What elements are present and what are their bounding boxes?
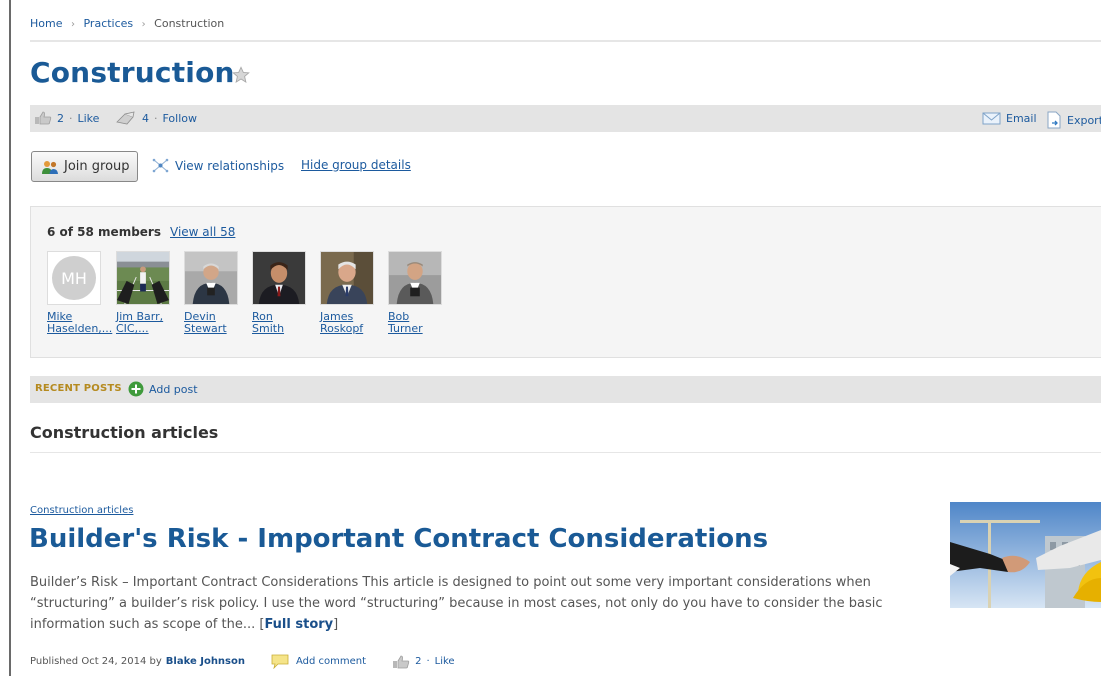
view-all-members-link[interactable]: View all 58 [170,225,235,239]
member-name-link[interactable]: James Roskopf [320,311,376,335]
thumbs-up-icon [35,111,52,125]
hide-group-details-link[interactable]: Hide group details [301,158,411,172]
divider [30,452,1101,453]
avatar[interactable] [252,251,306,305]
member-card[interactable]: MH Mike Haselden,... [47,251,112,335]
recent-posts-bar: RECENT POSTS Add post [30,376,1101,403]
export-label: Export [1067,113,1101,127]
comment-icon [271,654,289,669]
join-group-button[interactable]: Join group [31,151,138,182]
article-category-link[interactable]: Construction articles [30,505,133,516]
favorite-star-icon[interactable] [232,66,250,84]
export-icon [1047,111,1061,129]
section-heading: Construction articles [30,423,219,442]
like-action[interactable]: 2 · Like [34,111,99,125]
article-thumbnail[interactable] [950,502,1101,608]
group-people-icon [42,160,58,174]
add-circle-icon [128,381,144,397]
page-title: Construction [30,56,235,89]
published-text: Published Oct 24, 2014 by [30,656,162,667]
article-title-link[interactable]: Builder's Risk - Important Contract Cons… [29,524,768,554]
view-relationships-label: View relationships [175,158,285,173]
members-panel: 6 of 58 members View all 58 MH Mike Hasel… [30,206,1101,358]
like-count: 2 [57,111,64,125]
member-name-link[interactable]: Jim Barr, CIC,... [116,311,172,335]
email-label: Email [1006,111,1037,125]
follow-action[interactable]: 4 · Follow [115,111,197,126]
member-card[interactable]: Bob Turner [388,251,444,335]
breadcrumb-practices[interactable]: Practices [83,17,133,30]
email-icon [982,112,1001,125]
export-action[interactable]: Export [1046,111,1101,129]
member-name-link[interactable]: Ron Smith [252,311,308,335]
view-relationships-link[interactable]: View relationships [152,158,284,173]
member-card[interactable]: Devin Stewart [184,251,240,335]
like-label: Like [77,111,100,125]
avatar[interactable] [184,251,238,305]
breadcrumb-current: Construction [154,17,225,30]
email-action[interactable]: Email [982,111,1037,125]
member-name-link[interactable]: Devin Stewart [184,311,240,335]
member-card[interactable]: James Roskopf [320,251,376,335]
breadcrumb-separator-icon: › [141,19,146,30]
join-group-label: Join group [64,159,130,174]
members-count: 6 of 58 members [47,225,161,239]
add-post-link[interactable]: Add post [128,381,198,397]
left-border [9,0,11,676]
thumbs-up-icon [393,655,410,668]
article-meta: Published Oct 24, 2014 by Blake Johnson … [30,654,455,669]
breadcrumb-separator-icon: › [70,19,75,30]
add-post-label: Add post [149,382,198,396]
avatar-initials: MH [52,256,96,300]
recent-posts-label: RECENT POSTS [35,383,122,394]
follow-icon [116,111,135,125]
article-like-count: 2 [415,656,422,667]
breadcrumb: Home › Practices › Construction [30,17,224,30]
article-excerpt: Builder’s Risk – Important Contract Cons… [30,575,883,632]
avatar[interactable]: MH [47,251,101,305]
avatar[interactable] [116,251,170,305]
breadcrumb-home[interactable]: Home [30,17,62,30]
divider [30,40,1101,42]
add-comment-label: Add comment [296,656,367,667]
author-link[interactable]: Blake Johnson [166,656,245,667]
member-card[interactable]: Jim Barr, CIC,... [116,251,172,335]
full-story-link[interactable]: Full story [264,617,333,632]
member-card[interactable]: Ron Smith [252,251,308,335]
article-like-label: Like [434,656,455,667]
follow-label: Follow [162,112,198,125]
follow-count: 4 [142,112,149,125]
avatar[interactable] [388,251,442,305]
action-bar: 2 · Like 4 · Follow Email Export [30,105,1101,132]
article-like-action[interactable]: 2 · Like [392,655,455,669]
relationships-icon [152,158,169,173]
member-name-link[interactable]: Mike Haselden,... [47,311,112,335]
avatar[interactable] [320,251,374,305]
member-name-link[interactable]: Bob Turner [388,311,444,335]
add-comment-link[interactable]: Add comment [271,654,366,669]
